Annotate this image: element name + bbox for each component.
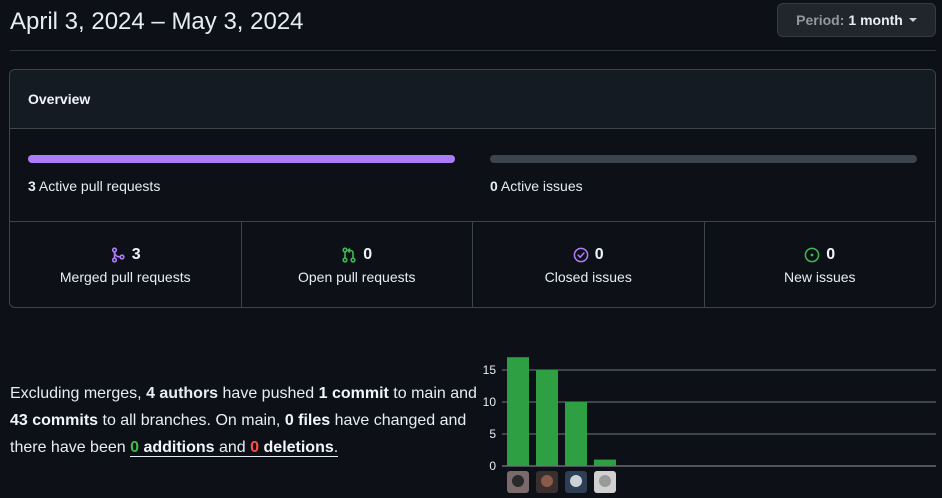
period-value: 1 month [848,12,903,28]
merged-pull-requests-count: 3 [131,245,141,263]
new-issues-label: New issues [783,268,856,285]
closed-issues-label: Closed issues [544,268,632,285]
merged-pull-requests-label: Merged pull requests [59,268,191,285]
avatar-figure [570,475,582,487]
issue-closed-icon [573,247,589,262]
additions-word: additions [143,439,215,456]
summary-text: and [214,439,251,457]
overview-header: Overview [10,70,935,129]
y-tick-label: 5 [489,427,496,441]
active-issues-label: Active issues [500,178,583,194]
y-tick-label: 0 [489,459,496,473]
overview-stats: 3 Merged pull requests 0 Open pull reque… [10,222,936,307]
contributors-bar-chart: 0 5 10 15 [483,357,936,493]
commits-all-count: 43 commits [10,412,99,429]
active-pull-requests-label: Active pull requests [38,178,161,194]
deletions-count: 0 [250,439,260,456]
new-issues-count: 0 [826,245,836,263]
contributor-bar[interactable] [565,402,587,466]
files-changed-count: 0 files [284,412,331,429]
deletions-word: deletions [263,439,334,456]
open-pull-requests-count: 0 [363,245,373,263]
summary-text: Excluding merges, [10,385,147,402]
contributor-bar[interactable] [536,370,558,466]
page-header: April 3, 2024 – May 3, 2024 Period: 1 mo… [10,0,936,51]
commit-summary: Excluding merges, 4 authors have pushed … [10,380,480,461]
closed-issues-count: 0 [594,245,604,263]
pull-request-icon [342,246,356,263]
overview-panel: Overview 3 Active pull requests 0 Active… [9,69,936,308]
activity-bars: 3 Active pull requests 0 Active issues [10,129,935,222]
active-pull-requests-link[interactable]: 3 Active pull requests [28,178,160,194]
avatar-figure [599,475,611,487]
avatar-figure [541,475,553,487]
issue-opened-icon [804,247,820,262]
active-issues-bar [490,155,917,163]
additions-link[interactable]: 0 additions [130,439,215,457]
summary-text: have pushed [218,385,319,402]
active-pull-requests-count: 3 [28,178,36,194]
summary-text: . [333,439,339,457]
active-issues-link[interactable]: 0 Active issues [490,178,583,194]
date-range-title: April 3, 2024 – May 3, 2024 [10,8,304,35]
contributor-bar[interactable] [507,357,529,466]
deletions-link[interactable]: 0 deletions [250,439,334,457]
open-pull-requests-stat[interactable]: 0 Open pull requests [242,222,473,307]
avatar-figure [512,475,524,487]
additions-count: 0 [130,439,139,456]
period-prefix: Period: [796,12,845,28]
y-tick-label: 15 [483,363,497,377]
contributor-bar[interactable] [594,459,616,466]
caret-down-icon [908,18,917,22]
y-tick-label: 10 [483,395,497,409]
active-issues-count: 0 [490,178,498,194]
summary-text: to all branches. On main, [98,412,285,429]
overview-title: Overview [28,91,91,107]
summary-text: to main and [388,385,477,402]
active-pull-requests-bar [28,155,455,163]
closed-issues-stat[interactable]: 0 Closed issues [473,222,705,307]
merge-icon [111,246,125,263]
period-dropdown-button[interactable]: Period: 1 month [777,3,936,37]
merged-pull-requests-stat[interactable]: 3 Merged pull requests [10,222,242,307]
commits-main-count: 1 commit [318,385,389,402]
open-pull-requests-label: Open pull requests [297,268,416,285]
authors-link[interactable]: 4 authors [146,385,218,402]
active-pull-requests-bar-fill [28,155,455,163]
new-issues-stat[interactable]: 0 New issues [705,222,936,307]
